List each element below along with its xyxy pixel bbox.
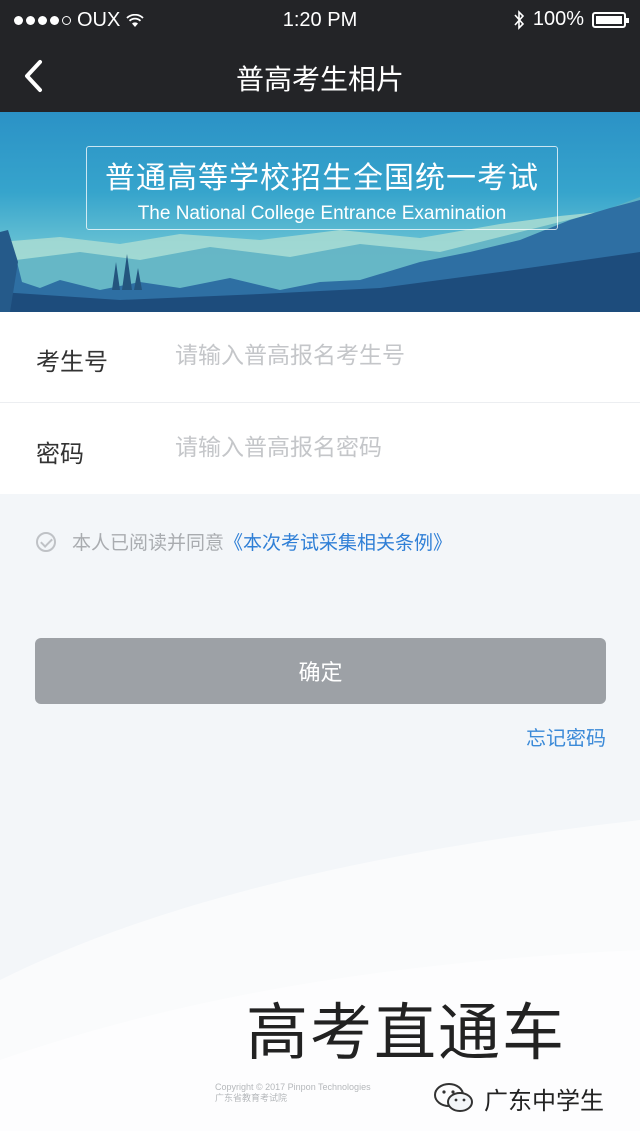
- password-input[interactable]: [175, 430, 595, 466]
- brand-name: 广东中学生: [484, 1086, 604, 1115]
- exam-number-input[interactable]: [175, 338, 595, 374]
- nav-bar: 普高考生相片: [0, 40, 640, 112]
- confirm-button[interactable]: 确定: [35, 638, 606, 704]
- agreement-link[interactable]: 《本次考试采集相关条例》: [224, 528, 452, 555]
- status-bar: OUX 1:20 PM 100%: [0, 0, 640, 40]
- bluetooth-icon: [514, 9, 524, 30]
- login-form: 考生号 密码: [0, 312, 640, 494]
- watermark-text: 高考直通车: [246, 996, 567, 1069]
- page-title: 普高考生相片: [235, 63, 404, 96]
- agreement-text: 本人已阅读并同意: [72, 532, 225, 554]
- battery-icon: [592, 11, 629, 28]
- background-swoosh: [0, 820, 640, 1131]
- status-right: 100%: [513, 8, 629, 31]
- password-label: 密码: [36, 440, 84, 468]
- banner: 普通高等学校招生全国统一考试 The National College Entr…: [0, 112, 640, 312]
- copyright-line1: Copyright © 2017 Pinpon Technologies: [215, 1082, 371, 1092]
- exam-number-label: 考生号: [36, 348, 108, 376]
- checkbox-icon[interactable]: [36, 531, 56, 552]
- banner-title-en: The National College Entrance Examinatio…: [137, 203, 507, 224]
- forgot-password-link[interactable]: 忘记密码: [526, 722, 606, 751]
- copyright: Copyright © 2017 Pinpon Technologies 广东省…: [215, 1082, 371, 1104]
- battery-percent: 100%: [532, 8, 584, 30]
- wechat-icon: [434, 1083, 473, 1112]
- exam-number-row: 考生号: [0, 312, 640, 403]
- banner-title-box: 普通高等学校招生全国统一考试 The National College Entr…: [86, 146, 558, 230]
- copyright-line2: 广东省教育考试院: [215, 1093, 288, 1103]
- agreement-row: 本人已阅读并同意 《本次考试采集相关条例》: [36, 528, 452, 555]
- password-row: 密码: [0, 404, 640, 494]
- brand-badge: 广东中学生: [432, 1080, 604, 1116]
- banner-title-cn: 普通高等学校招生全国统一考试: [105, 161, 539, 196]
